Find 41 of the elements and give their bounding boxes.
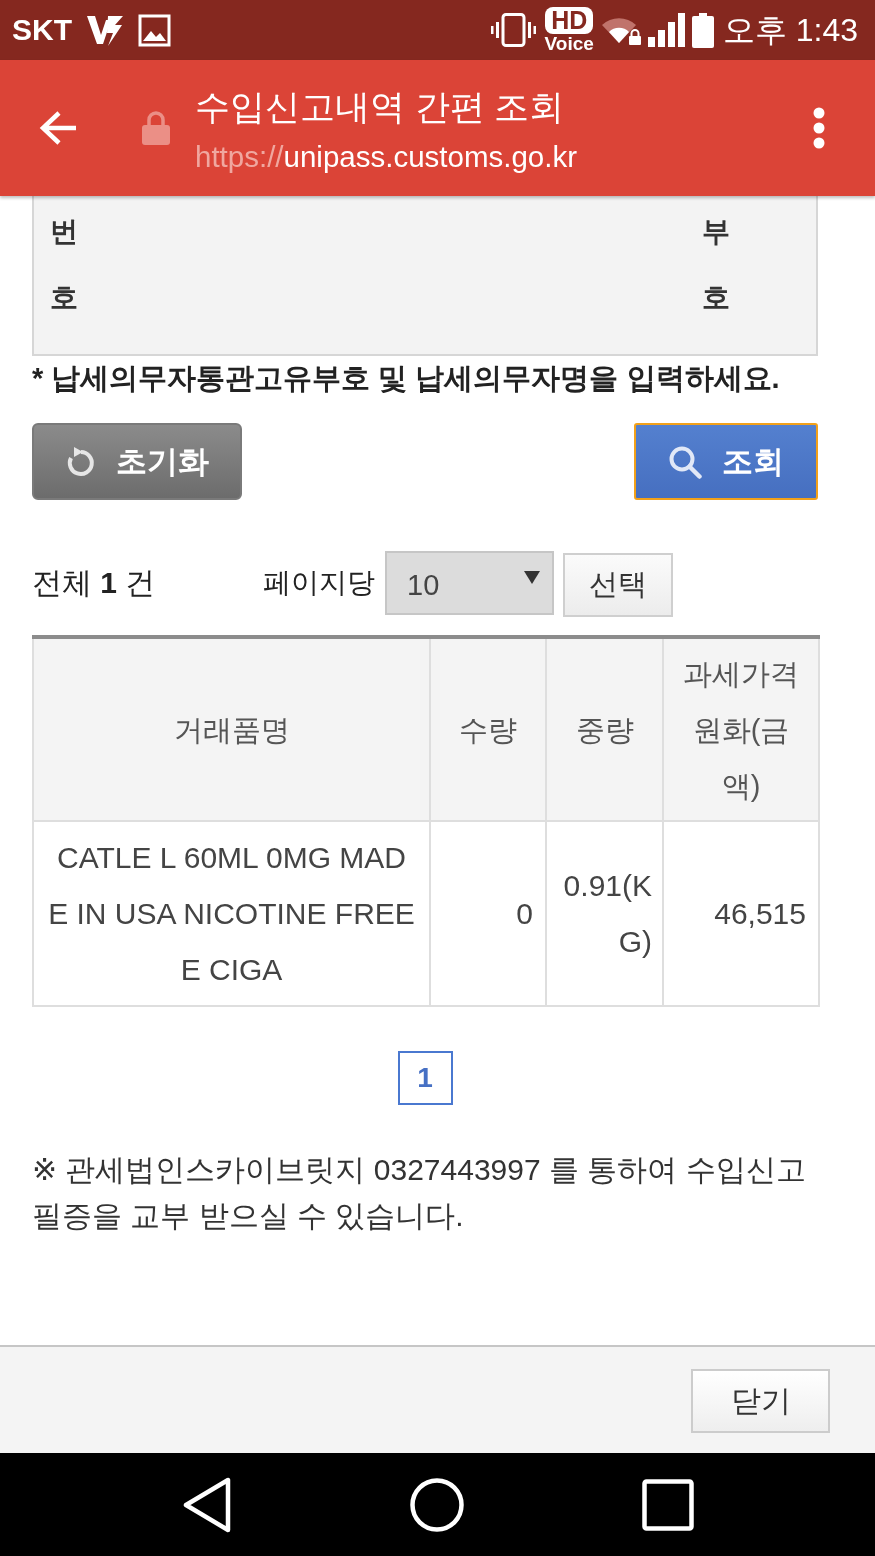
column-header: 거래품명 <box>33 637 430 821</box>
clock-time: 오후 1:43 <box>722 11 858 49</box>
voice-label: Voice <box>544 34 594 53</box>
page-title: 수입신고내역 간편 조회 <box>195 86 565 128</box>
table-cell: 0 <box>430 821 546 1006</box>
zigzag-logo-icon <box>86 13 124 47</box>
back-arrow-icon[interactable] <box>38 108 78 148</box>
vibrate-icon <box>490 13 536 47</box>
field-label: 부호 <box>702 215 730 315</box>
carrier-name: SKT <box>12 13 72 47</box>
refresh-icon <box>65 445 96 478</box>
back-triangle-icon[interactable] <box>182 1476 232 1533</box>
battery-icon <box>691 12 714 48</box>
table-cell: CATLE L 60ML 0MG MADE IN USA NICOTINE FREE E CIGA <box>33 821 430 1006</box>
recents-square-icon[interactable] <box>642 1478 694 1531</box>
field-label: 번호 <box>50 215 78 315</box>
menu-icon[interactable] <box>812 107 826 149</box>
notice-text: ※ 관세법인스카이브릿지 0327443997 를 통하여 수입신고 필증을 교부 받으실 수 있습니다. <box>32 1152 807 1234</box>
apply-button[interactable]: 선택 <box>563 553 673 617</box>
lock-icon <box>142 111 170 145</box>
page-link[interactable]: 1 <box>397 1051 453 1105</box>
table-cell: 0.91(KG) <box>546 821 663 1006</box>
image-icon <box>138 13 171 47</box>
close-button[interactable]: 닫기 <box>691 1369 830 1433</box>
page-url: https://unipass.customs.go.kr <box>195 139 578 175</box>
hd-badge: HD <box>545 7 594 34</box>
reset-button[interactable]: 초기화 <box>32 423 242 500</box>
signal-icon <box>647 13 685 47</box>
column-header: 수량 <box>430 637 546 821</box>
table-cell: 46,515 <box>663 821 819 1006</box>
search-icon <box>668 444 702 479</box>
wifi-lock-icon <box>600 15 641 45</box>
instruction-note: * 납세의무자통관고유부호 및 납세의무자명을 입력하세요. <box>32 361 780 396</box>
per-page-dropdown[interactable]: 10 <box>385 551 554 615</box>
result-count: 전체 1 건 <box>32 565 157 601</box>
column-header: 중량 <box>546 637 663 821</box>
search-button[interactable]: 조회 <box>634 423 818 500</box>
caret-icon <box>524 570 540 584</box>
home-circle-icon[interactable] <box>410 1477 464 1532</box>
column-header: 과세가격원화(금액) <box>663 637 819 821</box>
per-page-label: 페이지당 <box>263 566 375 600</box>
